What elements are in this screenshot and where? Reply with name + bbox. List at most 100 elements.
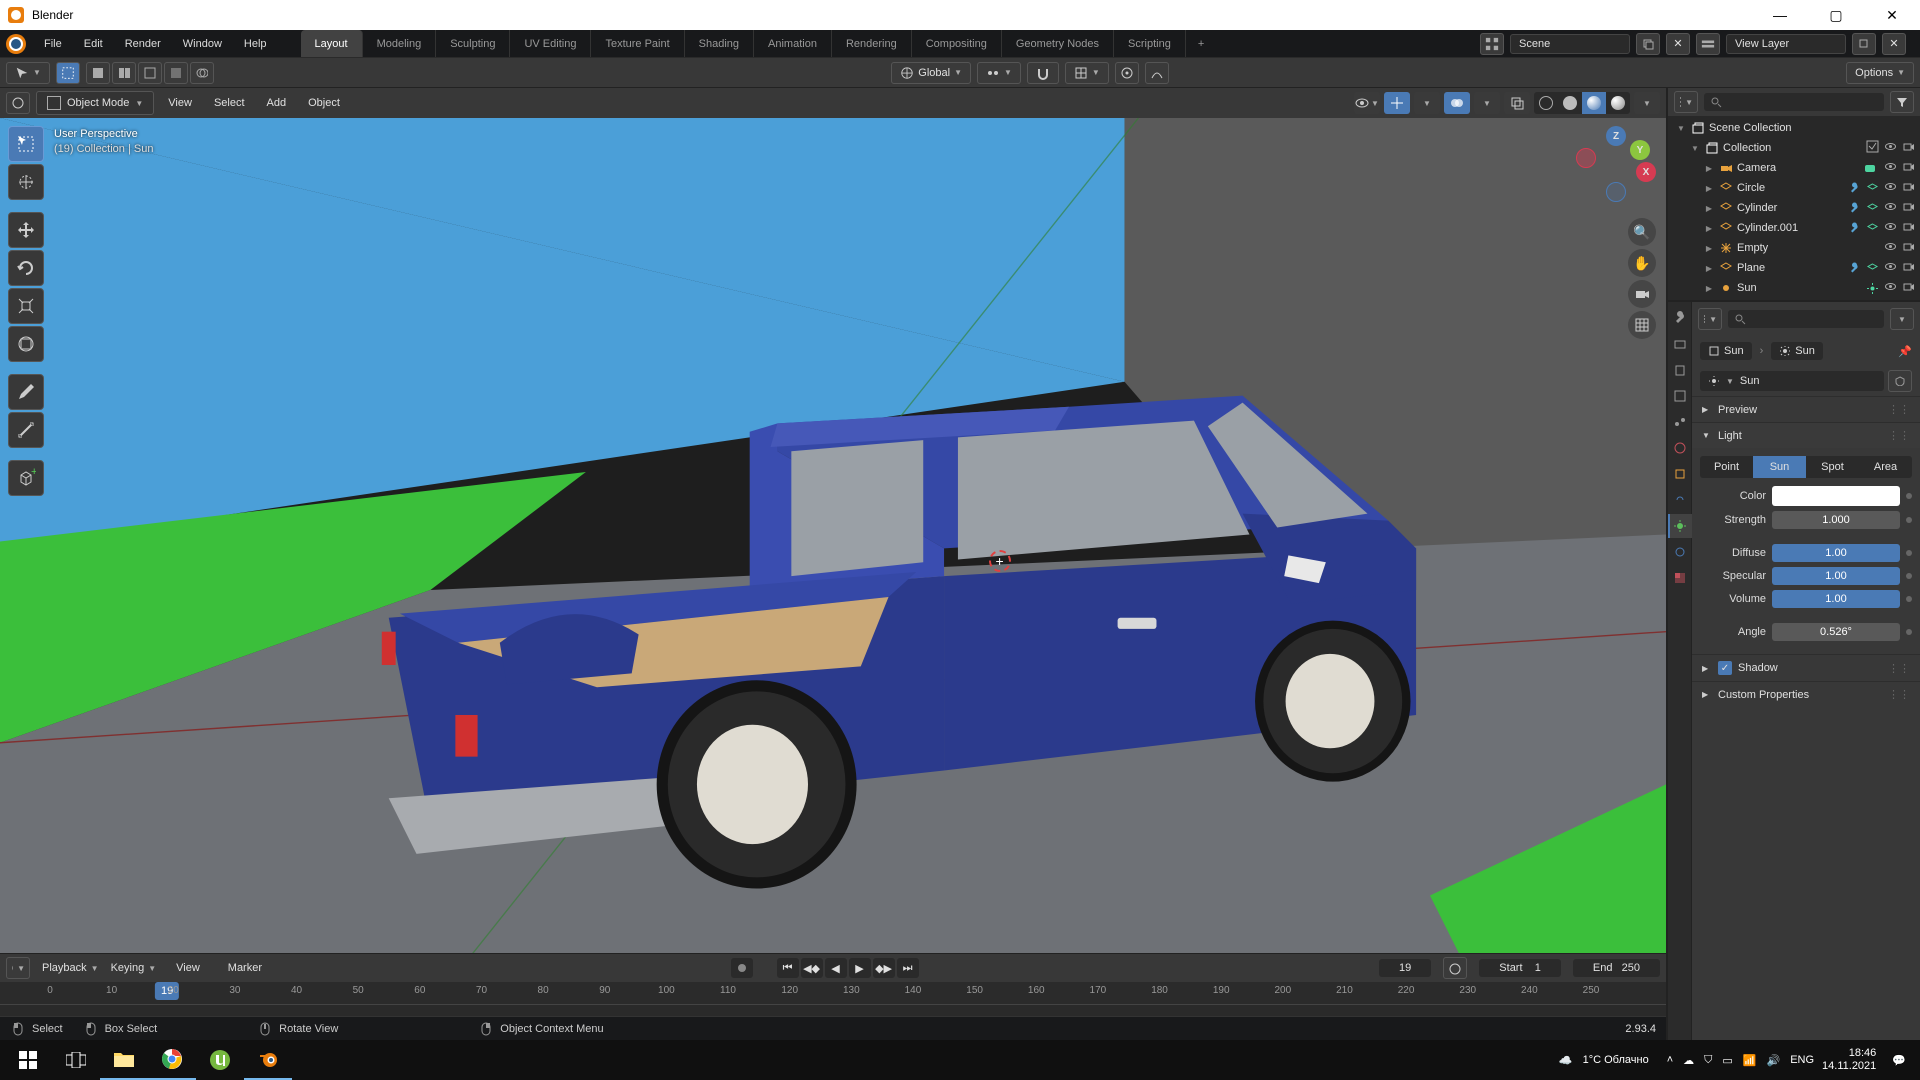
- timeline-view-menu[interactable]: View: [168, 958, 208, 978]
- workspace-tab-shading[interactable]: Shading: [685, 30, 754, 57]
- breadcrumb-data[interactable]: Sun: [1771, 342, 1823, 360]
- auto-keying-toggle[interactable]: [731, 958, 753, 978]
- prop-options[interactable]: ▼: [1890, 308, 1914, 330]
- marker-menu[interactable]: Marker: [220, 958, 270, 978]
- shading-material[interactable]: [1582, 92, 1606, 114]
- notifications-icon[interactable]: 💬: [1892, 1054, 1906, 1067]
- maximize-button[interactable]: ▢: [1816, 7, 1856, 24]
- view-object-types[interactable]: ▼: [1354, 92, 1380, 114]
- prop-tab-constraints[interactable]: [1668, 488, 1692, 512]
- light-type-sun[interactable]: Sun: [1753, 456, 1806, 478]
- outliner-item-plane[interactable]: ▶ Plane: [1668, 258, 1920, 278]
- prop-tab-physics[interactable]: [1668, 540, 1692, 564]
- prop-tab-scene[interactable]: [1668, 410, 1692, 434]
- gizmo-x-axis[interactable]: X: [1636, 162, 1656, 182]
- playback-menu[interactable]: Playback ▼: [42, 962, 99, 974]
- datablock-copy[interactable]: [1888, 370, 1912, 392]
- close-button[interactable]: ✕: [1872, 7, 1912, 24]
- shading-wireframe[interactable]: [1534, 92, 1558, 114]
- outliner-filter[interactable]: [1890, 91, 1914, 113]
- panel-light[interactable]: ▼ Light ⋮⋮: [1692, 423, 1920, 448]
- 3d-viewport[interactable]: User Perspective (19) Collection | Sun +: [0, 118, 1666, 953]
- outliner-item-empty[interactable]: ▶ Empty: [1668, 238, 1920, 258]
- jump-prev-keyframe-button[interactable]: ◀◆: [801, 958, 823, 978]
- weather-icon[interactable]: ☁️: [1559, 1054, 1573, 1067]
- panel-custom-properties[interactable]: ▶ Custom Properties ⋮⋮: [1692, 682, 1920, 707]
- workspace-tab-modeling[interactable]: Modeling: [363, 30, 437, 57]
- outliner-search-input[interactable]: [1704, 93, 1884, 111]
- prop-tab-render[interactable]: [1668, 332, 1692, 356]
- diffuse-input[interactable]: 1.00: [1772, 544, 1900, 562]
- snap-element[interactable]: ▼: [1065, 62, 1109, 84]
- proportional-toggle[interactable]: [1115, 62, 1139, 84]
- task-view-button[interactable]: [52, 1040, 100, 1080]
- snap-toggle[interactable]: [1027, 62, 1059, 84]
- add-menu[interactable]: Add: [259, 93, 295, 113]
- scene-delete-button[interactable]: ✕: [1666, 33, 1690, 55]
- light-datablock[interactable]: ▼ Sun: [1700, 371, 1884, 391]
- menu-render[interactable]: Render: [115, 34, 171, 54]
- outliner-display-mode[interactable]: ▼: [1674, 91, 1698, 113]
- workspace-tab-rendering[interactable]: Rendering: [832, 30, 912, 57]
- tool-scale[interactable]: [8, 288, 44, 324]
- tool-rotate[interactable]: [8, 250, 44, 286]
- camera-view-button[interactable]: [1628, 280, 1656, 308]
- blender-logo-icon[interactable]: [6, 34, 26, 54]
- select-mode-new[interactable]: [86, 62, 110, 84]
- shading-dropdown[interactable]: ▼: [1634, 92, 1660, 114]
- pan-button[interactable]: ✋: [1628, 249, 1656, 277]
- nav-gizmo[interactable]: Z Y X: [1576, 126, 1656, 206]
- security-icon[interactable]: ⛉: [1704, 1054, 1712, 1067]
- scene-input[interactable]: Scene: [1510, 34, 1630, 54]
- frame-start-input[interactable]: Start 1: [1479, 959, 1561, 977]
- pin-icon[interactable]: 📌: [1898, 345, 1912, 358]
- object-menu[interactable]: Object: [300, 93, 348, 113]
- zoom-button[interactable]: 🔍: [1628, 218, 1656, 246]
- tool-transform[interactable]: [8, 326, 44, 362]
- outliner-item-circle[interactable]: ▶ Circle: [1668, 178, 1920, 198]
- animate-dot[interactable]: [1906, 596, 1912, 602]
- mode-selector[interactable]: Object Mode ▼: [36, 91, 154, 115]
- tray-chevron-icon[interactable]: ˄: [1667, 1054, 1673, 1066]
- xray-toggle[interactable]: [1504, 92, 1530, 114]
- animate-dot[interactable]: [1906, 629, 1912, 635]
- editor-type-selector[interactable]: [6, 92, 30, 114]
- workspace-tab-uv-editing[interactable]: UV Editing: [510, 30, 591, 57]
- select-mode-subtract[interactable]: [138, 62, 162, 84]
- jump-next-keyframe-button[interactable]: ◆▶: [873, 958, 895, 978]
- shading-rendered[interactable]: [1606, 92, 1630, 114]
- gizmo-y-axis[interactable]: Y: [1630, 140, 1650, 160]
- utorrent-button[interactable]: [196, 1040, 244, 1080]
- select-menu[interactable]: Select: [206, 93, 253, 113]
- angle-input[interactable]: 0.526°: [1772, 623, 1900, 641]
- play-button[interactable]: ▶: [849, 958, 871, 978]
- menu-edit[interactable]: Edit: [74, 34, 113, 54]
- select-mode-extend[interactable]: [112, 62, 136, 84]
- outliner-item-camera[interactable]: ▶ Camera: [1668, 158, 1920, 178]
- overlays-dropdown[interactable]: ▼: [1474, 92, 1500, 114]
- use-preview-range[interactable]: [1443, 957, 1467, 979]
- prop-tab-object[interactable]: [1668, 462, 1692, 486]
- animate-dot[interactable]: [1906, 573, 1912, 579]
- menu-window[interactable]: Window: [173, 34, 232, 54]
- file-explorer-button[interactable]: [100, 1040, 148, 1080]
- options-dropdown[interactable]: Options ▼: [1846, 62, 1914, 84]
- workspace-tab-compositing[interactable]: Compositing: [912, 30, 1002, 57]
- workspace-tab-sculpting[interactable]: Sculpting: [436, 30, 510, 57]
- timeline-editor-selector[interactable]: ▼: [6, 957, 30, 979]
- gizmo-dropdown[interactable]: ▼: [1414, 92, 1440, 114]
- gizmo-neg-x[interactable]: [1576, 148, 1596, 168]
- chrome-button[interactable]: [148, 1040, 196, 1080]
- workspace-tab-texture-paint[interactable]: Texture Paint: [591, 30, 684, 57]
- language-indicator[interactable]: ENG: [1790, 1054, 1814, 1066]
- shading-solid[interactable]: [1558, 92, 1582, 114]
- keying-menu[interactable]: Keying ▼: [111, 962, 157, 974]
- weather-text[interactable]: 1°C Облачно: [1583, 1054, 1649, 1066]
- tool-select-box[interactable]: [8, 126, 44, 162]
- animate-dot[interactable]: [1906, 493, 1912, 499]
- panel-shadow[interactable]: ▶ ✓ Shadow ⋮⋮: [1692, 655, 1920, 681]
- clock[interactable]: 18:46 14.11.2021: [1822, 1047, 1876, 1073]
- layer-new-button[interactable]: [1852, 33, 1876, 55]
- workspace-tab-animation[interactable]: Animation: [754, 30, 832, 57]
- battery-icon[interactable]: ▭: [1722, 1054, 1732, 1067]
